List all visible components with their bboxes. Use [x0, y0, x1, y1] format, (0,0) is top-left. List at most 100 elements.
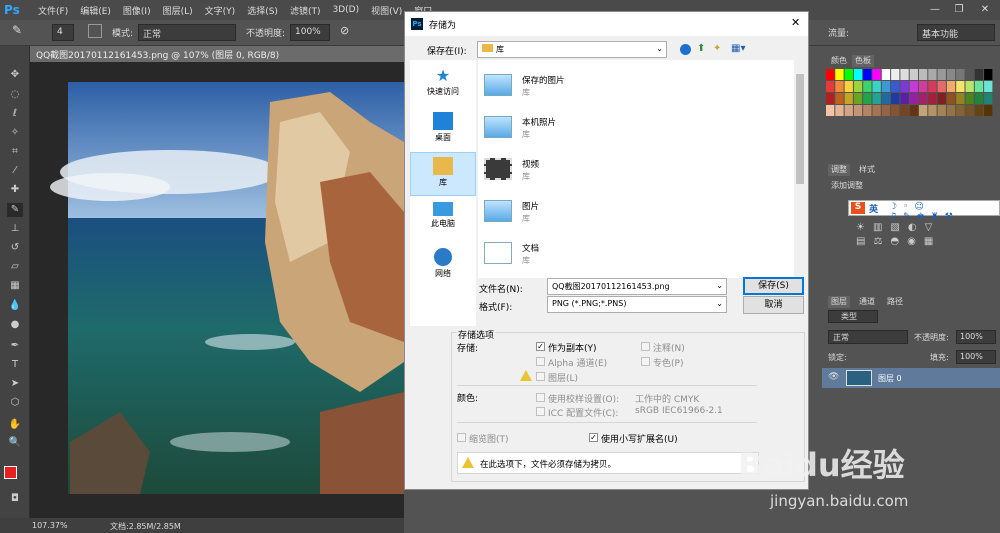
list-item[interactable]: 文档 库	[484, 236, 684, 274]
swatch[interactable]	[909, 105, 918, 116]
alpha-label[interactable]: Alpha 通道(E)	[548, 356, 607, 369]
format-select[interactable]: PNG (*.PNG;*.PNS) ⌄	[547, 296, 727, 313]
swatch[interactable]	[974, 93, 984, 104]
crop-tool-icon[interactable]: ⌗	[7, 145, 23, 159]
layers-label[interactable]: 图层(L)	[548, 371, 578, 384]
tab-styles[interactable]: 样式	[856, 164, 878, 176]
swatch[interactable]	[844, 69, 853, 80]
layer-filter-select[interactable]: 类型	[828, 310, 878, 323]
swatch[interactable]	[937, 69, 946, 80]
layer-visibility-icon[interactable]: 👁	[828, 372, 839, 382]
menu-view[interactable]: 视图(V)	[365, 4, 408, 17]
swatch[interactable]	[946, 81, 956, 92]
swatch[interactable]	[946, 69, 956, 80]
as-copy-checkbox[interactable]: ✓	[536, 342, 545, 351]
thumbnail-label[interactable]: 缩览图(T)	[469, 432, 509, 445]
proof-label[interactable]: 使用校样设置(O):	[548, 392, 619, 405]
icc-label[interactable]: ICC 配置文件(C):	[548, 406, 618, 419]
menu-file[interactable]: 文件(F)	[32, 4, 74, 17]
swatch[interactable]	[872, 93, 881, 104]
swatch[interactable]	[909, 69, 918, 80]
dodge-tool-icon[interactable]: ●	[7, 318, 23, 332]
save-in-select[interactable]: 库 ⌄	[477, 41, 667, 58]
thumbnail-checkbox[interactable]	[457, 433, 466, 442]
new-folder-icon[interactable]: ✦	[713, 43, 721, 54]
swatch[interactable]	[974, 69, 984, 80]
swatch[interactable]	[881, 93, 891, 104]
menu-3d[interactable]: 3D(D)	[326, 5, 365, 15]
swatch[interactable]	[863, 69, 872, 80]
swatch[interactable]	[900, 93, 909, 104]
document-tab[interactable]: QQ截图20170112161453.png @ 107% (图层 0, RGB…	[30, 46, 410, 62]
swatch[interactable]	[919, 93, 928, 104]
swatch[interactable]	[984, 81, 993, 92]
swatch[interactable]	[965, 105, 974, 116]
swatch[interactable]	[937, 105, 946, 116]
minimize-icon[interactable]: —	[924, 0, 946, 20]
menu-layer[interactable]: 图层(L)	[157, 4, 199, 17]
proof-checkbox[interactable]	[536, 393, 545, 402]
layer-opacity-input[interactable]: 100%	[956, 330, 996, 344]
swatch[interactable]	[984, 93, 993, 104]
ime-tool-icons[interactable]: ☽◦☺♫✎♚♜⚒	[889, 202, 999, 222]
adjustment-icons-row1[interactable]: ☀▥▧◐▽	[856, 222, 940, 233]
swatch[interactable]	[974, 81, 984, 92]
canvas-area[interactable]	[30, 62, 404, 518]
swatch[interactable]	[956, 81, 965, 92]
stamp-tool-icon[interactable]: ⊥	[7, 222, 23, 236]
pressure-opacity-icon[interactable]: ⊘	[340, 24, 349, 37]
pen-tool-icon[interactable]: ✒	[7, 339, 23, 353]
swatch[interactable]	[835, 93, 844, 104]
swatch[interactable]	[900, 105, 909, 116]
swatch[interactable]	[853, 81, 863, 92]
alpha-checkbox[interactable]	[536, 357, 545, 366]
scrollbar[interactable]	[794, 60, 806, 278]
layer-row[interactable]: 👁 图层 0	[822, 368, 1000, 388]
blur-tool-icon[interactable]: 💧	[7, 299, 23, 313]
layer-name[interactable]: 图层 0	[878, 373, 902, 384]
swatch[interactable]	[863, 93, 872, 104]
swatch[interactable]	[919, 69, 928, 80]
lasso-tool-icon[interactable]: ℓ	[7, 107, 23, 121]
swatch[interactable]	[900, 81, 909, 92]
lowercase-ext-checkbox[interactable]: ✓	[589, 433, 598, 442]
place-desktop[interactable]: 桌面	[410, 108, 476, 152]
spot-checkbox[interactable]	[641, 357, 650, 366]
restore-icon[interactable]: ❐	[948, 0, 970, 20]
swatch[interactable]	[965, 81, 974, 92]
swatch[interactable]	[863, 105, 872, 116]
tab-color[interactable]: 颜色	[828, 55, 850, 67]
quick-mask-icon[interactable]: ◘	[7, 492, 23, 506]
place-this-pc[interactable]: 此电脑	[410, 198, 476, 242]
swatch[interactable]	[872, 105, 881, 116]
swatch[interactable]	[853, 69, 863, 80]
swatch[interactable]	[984, 105, 993, 116]
swatch[interactable]	[984, 69, 993, 80]
zoom-readout[interactable]: 107.37%	[32, 521, 68, 530]
swatch[interactable]	[919, 105, 928, 116]
swatch[interactable]	[835, 81, 844, 92]
swatch[interactable]	[881, 69, 891, 80]
adjustment-icons-row2[interactable]: ▤⚖◓◉▦	[856, 236, 941, 247]
swatch[interactable]	[826, 81, 835, 92]
swatch[interactable]	[872, 69, 881, 80]
swatch[interactable]	[937, 93, 946, 104]
eyedropper-tool-icon[interactable]: ⁄	[7, 164, 23, 178]
swatch[interactable]	[928, 105, 937, 116]
swatches-grid[interactable]	[826, 69, 996, 131]
back-icon[interactable]	[680, 44, 691, 55]
list-item[interactable]: 保存的图片 库	[484, 68, 684, 106]
workspace-select[interactable]: 基本功能	[917, 24, 995, 41]
swatch[interactable]	[891, 93, 900, 104]
swatch[interactable]	[909, 81, 918, 92]
swatch[interactable]	[835, 105, 844, 116]
icc-checkbox[interactable]	[536, 407, 545, 416]
fill-input[interactable]: 100%	[956, 350, 996, 364]
menu-edit[interactable]: 编辑(E)	[74, 4, 117, 17]
brush-panel-icon[interactable]	[88, 24, 102, 38]
as-copy-label[interactable]: 作为副本(Y)	[548, 341, 597, 354]
view-menu-icon[interactable]: ▦▾	[731, 43, 745, 54]
place-network[interactable]: 网络	[410, 244, 476, 288]
save-button[interactable]: 保存(S)	[743, 277, 804, 295]
swatch[interactable]	[826, 93, 835, 104]
